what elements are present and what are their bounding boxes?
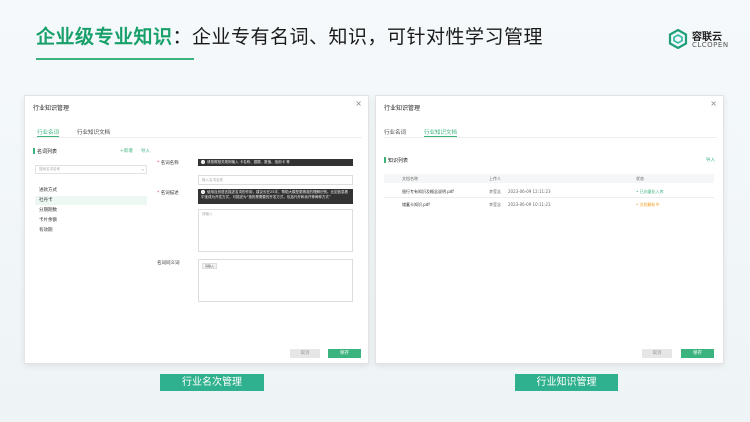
term-list-item[interactable]: 进款方式 — [35, 186, 147, 195]
term-list-title: 名词列表 — [37, 149, 58, 155]
slide-title: 企业级专业知识：企业专有名词、知识，可针对性学习管理 — [36, 22, 543, 49]
info-icon: i — [201, 160, 205, 164]
term-name-input[interactable]: 输入名词名称 — [198, 175, 353, 185]
add-term-button[interactable]: +新增 — [120, 148, 133, 154]
import-docs-button[interactable]: 导入 — [706, 157, 715, 163]
term-desc-tip: i 使用自然语言描述名词的作用，建议长在25字，帮助大模型更精准的理解识别。比如信… — [198, 189, 353, 204]
tab-industry-terms[interactable]: 行业名词 — [37, 128, 59, 136]
slide-title-highlight: 企业级专业知识 — [36, 26, 173, 48]
doc-uploader: 李莹念 — [489, 202, 501, 207]
brand-logo: 容联云 CLCOPEN — [668, 28, 740, 50]
info-icon: i — [201, 190, 205, 194]
tab-industry-docs[interactable]: 行业知识文档 — [424, 128, 457, 136]
term-synonym-input[interactable]: 请输入 — [198, 259, 353, 302]
term-name-tip: i 请按照相关规则输入 卡名称、银额、数值、信用卡 等 — [198, 159, 353, 166]
term-desc-textarea[interactable]: 请输入 — [198, 209, 353, 252]
cancel-button[interactable]: 取消 — [642, 349, 672, 358]
doc-upload-time: 2023-06-09 10:11:23 — [508, 202, 551, 207]
doc-name: 储蓄卡知识.pdf — [402, 202, 430, 207]
tabs-divider — [384, 137, 717, 138]
doc-uploader: 李莹念 — [489, 189, 501, 194]
cancel-button[interactable]: 取消 — [290, 349, 320, 358]
term-name-label: * 名词名称 — [157, 161, 179, 166]
knowledge-list-title: 知识列表 — [388, 158, 409, 164]
table-header: 文档名称 上传人 状态 — [384, 174, 714, 183]
row-divider — [384, 197, 714, 198]
save-button[interactable]: 保存 — [328, 349, 361, 358]
right-panel: 行业知识管理 × 行业名词 行业知识文档 知识列表 导入 文档名称 上传人 状态… — [375, 95, 724, 364]
column-header: 文档名称 — [402, 176, 418, 181]
search-icon: ⌕ — [141, 167, 144, 172]
brand-logo-icon — [668, 29, 688, 49]
doc-name: 银行专有知识及概念说明.pdf — [402, 189, 454, 194]
section-marker — [384, 157, 386, 163]
slide-title-rest: ：企业专有名词、知识，可针对性学习管理 — [172, 26, 544, 48]
tabs-divider — [33, 137, 362, 138]
section-marker — [33, 148, 35, 154]
term-list-item-selected[interactable]: 社丹卡 — [35, 196, 147, 205]
brand-logo-en: CLCOPEN — [692, 41, 729, 49]
close-icon[interactable]: × — [710, 100, 717, 108]
right-panel-title: 行业知识管理 — [384, 105, 421, 112]
term-list-item[interactable]: 有效期 — [35, 226, 147, 235]
close-icon[interactable]: × — [355, 100, 362, 108]
search-placeholder: 搜索名词名称 — [39, 167, 60, 171]
term-desc-label: * 名词描述 — [157, 191, 179, 196]
caption-term-management: 行业名次管理 — [160, 374, 264, 391]
tab-industry-terms[interactable]: 行业名词 — [384, 128, 406, 136]
save-button[interactable]: 保存 — [681, 349, 714, 358]
term-synonym-label: 名词同义词 — [157, 261, 180, 266]
term-list-item[interactable]: 卡片余额 — [35, 216, 147, 225]
column-header: 上传人 — [489, 176, 501, 181]
tab-industry-docs[interactable]: 行业知识文档 — [77, 128, 110, 136]
title-underline — [36, 58, 194, 60]
doc-status-parsing: • 文档解析中 — [636, 202, 660, 207]
caption-knowledge-management: 行业知识管理 — [515, 374, 618, 391]
doc-status-vectorized: • 已向量化入库 — [636, 189, 664, 194]
synonym-chip[interactable]: 请输入 — [202, 263, 218, 269]
column-header: 状态 — [636, 176, 644, 181]
left-panel-title: 行业知识管理 — [33, 105, 70, 112]
import-terms-button[interactable]: 导入 — [141, 148, 150, 154]
term-search-input[interactable]: 搜索名词名称 ⌕ — [35, 165, 147, 174]
doc-upload-time: 2023-06-09 12:11:23 — [508, 189, 551, 194]
left-panel: 行业知识管理 × 行业名词 行业知识文档 名词列表 +新增 导入 搜索名词名称 … — [24, 95, 369, 364]
term-list-item[interactable]: 分期期数 — [35, 206, 147, 215]
